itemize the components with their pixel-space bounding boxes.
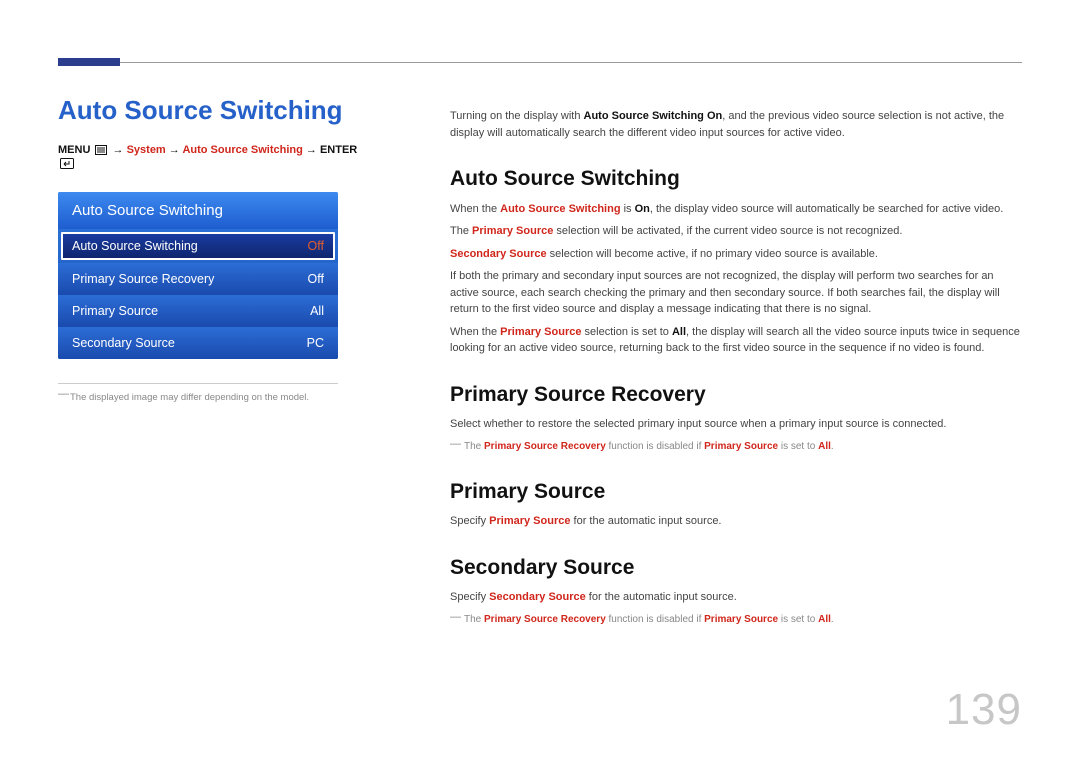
osd-menu-item-secondary-source[interactable]: Secondary Source PC: [58, 327, 338, 359]
menu-item-label: Primary Source: [72, 304, 158, 318]
divider: [58, 383, 338, 384]
breadcrumb: MENU → System → Auto Source Switching → …: [58, 144, 358, 170]
breadcrumb-arrow-1: →: [113, 144, 124, 156]
right-column: Turning on the display with Auto Source …: [450, 102, 1025, 627]
breadcrumb-system: System: [127, 144, 166, 156]
intro-paragraph: Turning on the display with Auto Source …: [450, 108, 1025, 141]
heading-secondary-source: Secondary Source: [450, 552, 1025, 584]
enter-icon: [60, 158, 74, 170]
s2-note: The Primary Source Recovery function is …: [450, 439, 1025, 454]
breadcrumb-auto-source: Auto Source Switching: [182, 144, 302, 156]
s2-p1: Select whether to restore the selected p…: [450, 416, 1025, 433]
s1-p4: If both the primary and secondary input …: [450, 268, 1025, 318]
header-rule: [58, 62, 1022, 63]
s4-p1: Specify Secondary Source for the automat…: [450, 589, 1025, 606]
menu-item-label: Secondary Source: [72, 336, 175, 350]
page-title: Auto Source Switching: [58, 95, 358, 126]
page-number: 139: [946, 685, 1022, 735]
s4-note: The Primary Source Recovery function is …: [450, 612, 1025, 627]
heading-primary-source-recovery: Primary Source Recovery: [450, 379, 1025, 411]
heading-auto-source-switching: Auto Source Switching: [450, 163, 1025, 195]
heading-primary-source: Primary Source: [450, 476, 1025, 508]
menu-item-label: Primary Source Recovery: [72, 272, 214, 286]
breadcrumb-menu-label: MENU: [58, 144, 90, 156]
osd-menu-item-auto-source[interactable]: Auto Source Switching Off: [61, 232, 335, 260]
menu-item-value: Off: [308, 272, 324, 286]
header-accent: [58, 58, 120, 66]
osd-menu: Auto Source Switching Auto Source Switch…: [58, 192, 338, 359]
menu-item-value: Off: [308, 239, 324, 253]
s1-p5: When the Primary Source selection is set…: [450, 324, 1025, 357]
osd-menu-header: Auto Source Switching: [58, 192, 338, 229]
breadcrumb-enter-label: ENTER: [320, 144, 357, 156]
s1-p3: Secondary Source selection will become a…: [450, 246, 1025, 263]
breadcrumb-arrow-3: →: [306, 144, 317, 156]
left-column: Auto Source Switching MENU → System → Au…: [58, 95, 358, 403]
left-footnote: The displayed image may differ depending…: [58, 392, 358, 403]
menu-item-label: Auto Source Switching: [72, 239, 198, 253]
menu-item-value: All: [310, 304, 324, 318]
osd-menu-item-primary-source[interactable]: Primary Source All: [58, 295, 338, 327]
s1-p1: When the Auto Source Switching is On, th…: [450, 201, 1025, 218]
menu-icon: [95, 145, 107, 157]
breadcrumb-arrow-2: →: [169, 144, 180, 156]
menu-item-value: PC: [307, 336, 324, 350]
s3-p1: Specify Primary Source for the automatic…: [450, 513, 1025, 530]
osd-menu-item-primary-recovery[interactable]: Primary Source Recovery Off: [58, 263, 338, 295]
s1-p2: The Primary Source selection will be act…: [450, 223, 1025, 240]
